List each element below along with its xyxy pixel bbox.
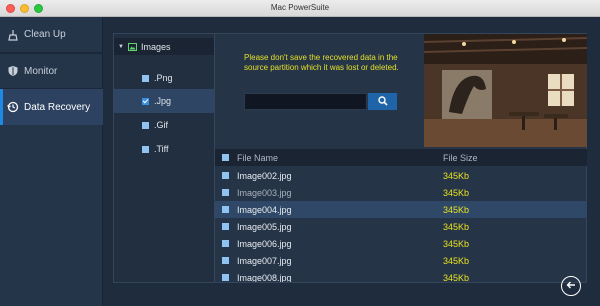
row-checkbox[interactable] [222, 274, 229, 281]
caret-down-icon[interactable]: ▼ [118, 44, 124, 50]
row-checkbox[interactable] [222, 172, 229, 179]
tree-root-label: Images [140, 41, 171, 52]
file-size: 345Kb [443, 222, 470, 232]
preview-image [424, 34, 587, 147]
file-name: Image007.jpg [237, 256, 292, 266]
table-row[interactable]: Image008.jpg 345Kb [215, 269, 587, 282]
tree-item-label: .Jpg [154, 96, 172, 106]
sidebar-item-monitor[interactable]: Monitor [0, 53, 103, 89]
broom-icon [7, 29, 19, 41]
info-area: Please don't save the recovered data in … [215, 34, 424, 147]
table-header: File Name File Size [215, 149, 587, 166]
tree-item-label: .Png [154, 73, 173, 83]
row-checkbox[interactable] [222, 223, 229, 230]
row-checkbox[interactable] [222, 189, 229, 196]
tree-item-label: .Gif [154, 120, 169, 130]
table-row[interactable]: Image007.jpg 345Kb [215, 252, 587, 269]
main-content: ▼ Images .Png .Jpg .Gif .Tiff Please don… [103, 17, 600, 306]
file-size: 345Kb [443, 188, 470, 198]
select-all-checkbox[interactable] [222, 154, 229, 161]
arrow-left-icon [566, 277, 576, 295]
sidebar-item-label: Monitor [24, 65, 58, 77]
sidebar-item-clean-up[interactable]: Clean Up [0, 17, 103, 53]
sidebar-item-label: Data Recovery [24, 101, 91, 113]
file-table: File Name File Size Image002.jpg 345Kb I… [215, 149, 587, 282]
file-type-tree: ▼ Images .Png .Jpg .Gif .Tiff [114, 34, 215, 282]
tree-item-png[interactable]: .Png [114, 66, 214, 90]
app-window: Mac PowerSuite Clean Up Monitor Data Rec… [0, 0, 600, 306]
tiff-checkbox[interactable] [142, 145, 149, 153]
tree-item-tiff[interactable]: .Tiff [114, 137, 214, 161]
recovery-icon [7, 101, 19, 113]
file-name: Image003.jpg [237, 188, 292, 198]
tree-root-images[interactable]: ▼ Images [114, 38, 214, 55]
row-checkbox[interactable] [222, 206, 229, 213]
file-size: 345Kb [443, 239, 470, 249]
table-row[interactable]: Image005.jpg 345Kb [215, 218, 587, 235]
search-input[interactable] [244, 93, 367, 110]
file-size: 345Kb [443, 205, 470, 215]
window-title: Mac PowerSuite [270, 3, 330, 12]
search-button[interactable] [368, 93, 397, 110]
search-icon [377, 93, 388, 111]
jpg-checkbox[interactable] [142, 97, 149, 105]
shield-icon [7, 65, 19, 77]
table-row[interactable]: Image006.jpg 345Kb [215, 235, 587, 252]
gif-checkbox[interactable] [142, 121, 149, 129]
file-name: Image006.jpg [237, 239, 292, 249]
sidebar: Clean Up Monitor Data Recovery [0, 17, 103, 306]
table-row[interactable]: Image002.jpg 345Kb [215, 167, 587, 184]
file-size: 345Kb [443, 171, 470, 181]
column-header-file-name[interactable]: File Name [237, 153, 278, 163]
column-header-file-size[interactable]: File Size [443, 153, 478, 163]
sidebar-item-data-recovery[interactable]: Data Recovery [0, 89, 103, 125]
file-name: Image002.jpg [237, 171, 292, 181]
row-checkbox[interactable] [222, 257, 229, 264]
file-name: Image008.jpg [237, 273, 292, 282]
tree-item-label: .Tiff [154, 144, 169, 154]
file-name: Image004.jpg [237, 205, 292, 215]
table-row[interactable]: Image003.jpg 345Kb [215, 184, 587, 201]
title-bar: Mac PowerSuite [0, 0, 600, 17]
table-row[interactable]: Image004.jpg 345Kb [215, 201, 587, 218]
image-icon [127, 42, 137, 51]
row-checkbox[interactable] [222, 240, 229, 247]
tree-item-jpg[interactable]: .Jpg [114, 89, 214, 113]
png-checkbox[interactable] [142, 74, 149, 82]
file-name: Image005.jpg [237, 222, 292, 232]
tree-item-gif[interactable]: .Gif [114, 113, 214, 137]
warning-text: Please don't save the recovered data in … [244, 53, 399, 72]
file-size: 345Kb [443, 273, 470, 282]
back-button[interactable] [561, 276, 581, 296]
recovery-panel: ▼ Images .Png .Jpg .Gif .Tiff Please don… [113, 33, 587, 283]
sidebar-item-label: Clean Up [24, 29, 66, 40]
file-size: 345Kb [443, 256, 470, 266]
